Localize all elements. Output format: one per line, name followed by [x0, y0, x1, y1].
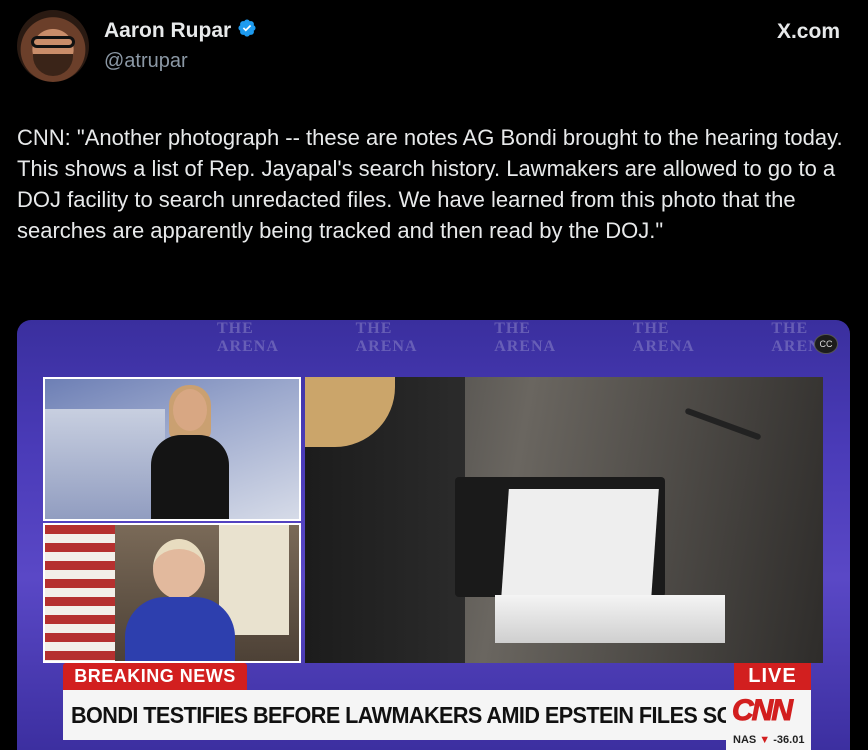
arena-text: THE ARENA: [771, 320, 834, 355]
ticker-symbol: NAS: [733, 734, 757, 746]
anchor-head: [173, 389, 207, 431]
arena-background-text: THE ARENA THE ARENA THE ARENA THE ARENA …: [17, 320, 850, 355]
down-arrow-icon: ▼: [759, 734, 771, 746]
live-badge: LIVE: [734, 663, 811, 690]
arena-text: THE ARENA: [632, 320, 695, 355]
anchor-body: [151, 435, 229, 519]
stock-ticker: NAS ▼ -36.01: [733, 734, 804, 746]
closed-captions-icon[interactable]: CC: [814, 334, 838, 354]
arena-text: THE ARENA: [355, 320, 418, 355]
arena-text: THE ARENA: [217, 320, 279, 355]
chyron-headline: BONDI TESTIFIES BEFORE LAWMAKERS AMID EP…: [71, 701, 809, 728]
microphone-shape: [684, 407, 762, 441]
beard-shape: [33, 54, 73, 76]
chyron-bar: BONDI TESTIFIES BEFORE LAWMAKERS AMID EP…: [63, 690, 809, 740]
guest-head: [153, 539, 205, 599]
anchor-figure: [145, 385, 235, 519]
glasses-shape: [31, 36, 75, 48]
x-brand-label: X.com: [776, 20, 840, 43]
ticker-value: -36.01: [773, 734, 805, 746]
tweet-text: CNN: "Another photograph -- these are no…: [17, 125, 843, 244]
cnn-logo-icon: CNN: [732, 694, 794, 728]
arena-text: THE ARENA: [494, 320, 557, 355]
author-name[interactable]: Aaron Rupar: [104, 19, 231, 43]
guest-video-panel: [43, 523, 301, 663]
author-name-row: Aaron Rupar: [104, 18, 257, 43]
hearing-photo-panel: [305, 377, 823, 663]
flag-background: [45, 525, 115, 661]
breaking-news-banner: BREAKING NEWS: [63, 663, 247, 690]
guest-body: [125, 597, 235, 661]
avatar[interactable]: [17, 10, 89, 82]
verified-badge-icon: [237, 18, 257, 43]
paper-stack: [495, 595, 725, 643]
anchor-video-panel: [43, 377, 301, 521]
guest-figure: [125, 539, 235, 661]
author-handle[interactable]: @atrupar: [104, 50, 188, 73]
video-player[interactable]: THE ARENA THE ARENA THE ARENA THE ARENA …: [17, 320, 850, 750]
notes-paper: [501, 489, 659, 599]
